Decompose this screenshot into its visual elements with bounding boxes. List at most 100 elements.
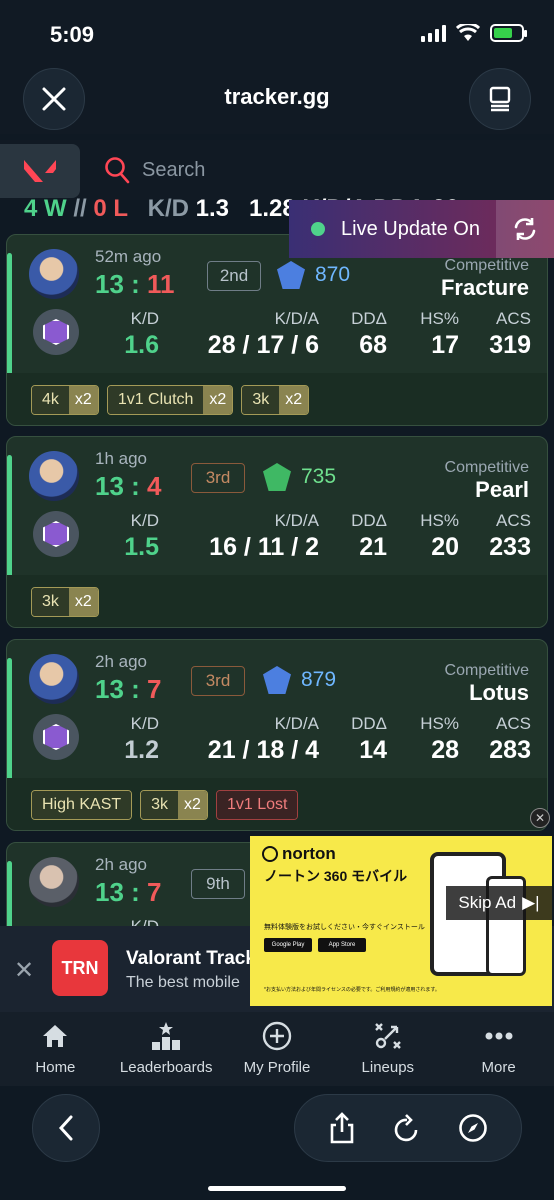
leaderboard-icon — [152, 1022, 181, 1050]
stat-kd: K/D 1.2 — [124, 714, 159, 764]
share-icon[interactable] — [328, 1112, 356, 1144]
bottom-nav: Home Leaderboards My Profile Lineups Mor… — [0, 1012, 554, 1086]
valorant-logo-icon — [24, 160, 56, 182]
achievement-chip: 1v1 Clutch x2 — [106, 385, 234, 415]
nav-home[interactable]: Home — [0, 1012, 111, 1086]
chevron-left-icon — [58, 1115, 73, 1141]
match-time-ago: 52m ago — [95, 247, 162, 266]
stat-hs: HS% 17 — [420, 309, 459, 359]
site-nav: Search — [0, 140, 554, 200]
placement-badge: 3rd — [191, 463, 245, 493]
compass-icon[interactable] — [458, 1113, 488, 1143]
norton-logo: norton — [262, 844, 336, 864]
placement-badge: 9th — [191, 869, 245, 899]
stat-kda: K/D/A 16 / 11 / 2 — [209, 511, 319, 561]
stat-hs: HS% 20 — [420, 511, 459, 561]
norton-product: ノートン 360 モバイル — [264, 868, 408, 884]
agent-avatar — [29, 857, 79, 907]
valorant-logo-button[interactable] — [0, 144, 80, 198]
nav-leaderboards[interactable]: Leaderboards — [111, 1012, 222, 1086]
stat-kd: K/D 1.6 — [124, 309, 159, 359]
skip-ad-button[interactable]: Skip Ad ▶| — [446, 886, 552, 920]
match-card[interactable]: 1h ago 13 : 4 3rd 735 Competitive Pearl … — [6, 436, 548, 628]
match-time-ago: 2h ago — [95, 855, 147, 874]
trn-logo: TRN — [52, 940, 108, 996]
match-time-ago: 2h ago — [95, 652, 147, 671]
rank-rating: 870 — [277, 261, 350, 289]
refresh-icon — [514, 218, 536, 240]
achievement-chips: High KAST 3k x2 1v1 Lost — [7, 778, 547, 830]
achievement-chip: 4k x2 — [31, 385, 99, 415]
live-indicator-dot — [311, 222, 325, 236]
match-card[interactable]: 52m ago 13 : 11 2nd 870 Competitive Frac… — [6, 234, 548, 426]
status-icons — [421, 24, 527, 42]
ad-subtitle: The best mobile — [126, 974, 240, 991]
rank-shield-icon — [277, 261, 305, 289]
search-bar[interactable]: Search — [104, 156, 205, 184]
reader-menu-button[interactable] — [469, 68, 531, 130]
summary-separator: // — [66, 195, 94, 222]
stat-kda: K/D/A 28 / 17 / 6 — [207, 309, 319, 359]
skip-icon: ▶| — [522, 893, 540, 912]
stat-ddelta: DDΔ 14 — [351, 714, 387, 764]
rr-value: 735 — [301, 465, 337, 488]
nav-more[interactable]: More — [443, 1012, 554, 1086]
add-circle-icon — [262, 1021, 292, 1051]
rank-shield-icon — [263, 463, 291, 491]
back-button[interactable] — [32, 1094, 100, 1162]
match-time-ago: 1h ago — [95, 449, 147, 468]
map-name: Pearl — [475, 477, 529, 502]
refresh-button[interactable] — [496, 200, 554, 258]
browser-toolbar — [0, 1086, 554, 1200]
map-name: Lotus — [469, 680, 529, 705]
home-indicator — [208, 1186, 346, 1191]
search-placeholder: Search — [142, 158, 206, 181]
match-card[interactable]: 2h ago 13 : 7 3rd 879 Competitive Lotus … — [6, 639, 548, 831]
nav-lineups[interactable]: Lineups — [332, 1012, 443, 1086]
stat-ddelta: DDΔ 68 — [351, 309, 387, 359]
norton-video-ad[interactable]: norton ノートン 360 モバイル 無料体験版をお試しください・今すぐイン… — [250, 836, 552, 1006]
ad-close-icon[interactable]: ✕ — [530, 808, 550, 828]
achievement-chip: 3k x2 — [241, 385, 310, 415]
google-play-badge[interactable]: Google Play — [264, 938, 312, 952]
match-score: 13 : 4 — [95, 471, 162, 501]
rank-rating: 879 — [263, 666, 336, 694]
rank-icon — [33, 309, 79, 355]
achievement-chips: 3k x2 — [7, 575, 547, 627]
nav-my-profile[interactable]: My Profile — [222, 1012, 333, 1086]
ad-title: Valorant Track — [126, 948, 256, 969]
game-mode: Competitive — [444, 662, 529, 679]
stat-acs: ACS 319 — [489, 309, 531, 359]
home-icon — [43, 1025, 68, 1047]
achievement-chip: High KAST — [31, 790, 133, 820]
live-update-label: Live Update On — [341, 217, 480, 240]
reload-icon[interactable] — [393, 1113, 421, 1143]
achievement-chip: 3k x2 — [31, 587, 99, 617]
score-colon: : — [123, 269, 148, 299]
match-score: 13 : 11 — [95, 269, 175, 300]
close-ad-button[interactable]: ✕ — [14, 956, 34, 985]
status-time: 5:09 — [50, 22, 95, 47]
app-store-badge[interactable]: App Store — [318, 938, 366, 952]
match-score: 13 : 7 — [95, 877, 162, 907]
agent-avatar — [29, 654, 79, 704]
rr-value: 870 — [315, 263, 351, 286]
summary-kd-value: 1.3 — [195, 195, 229, 222]
game-mode: Competitive — [444, 459, 529, 476]
score-win: 13 — [95, 269, 124, 299]
rank-icon — [33, 511, 79, 557]
achievement-chips: 4k x2 1v1 Clutch x2 3k x2 — [7, 373, 547, 425]
rank-shield-icon — [263, 666, 291, 694]
norton-fine-print: *お支払い方法および年間ライセンスの必要です。ご利用規約が適用されます。 — [264, 987, 440, 993]
summary-kd-label: K/D — [147, 195, 189, 222]
more-icon — [485, 1032, 513, 1040]
summary-wins: 4 W — [24, 195, 67, 222]
browser-actions — [294, 1094, 522, 1162]
live-update-toggle[interactable]: Live Update On — [289, 200, 554, 258]
achievement-chip: 3k x2 — [140, 790, 208, 820]
check-icon — [262, 846, 278, 862]
status-bar: 5:09 — [0, 0, 554, 64]
stat-hs: HS% 28 — [420, 714, 459, 764]
stat-ddelta: DDΔ 21 — [351, 511, 387, 561]
agent-avatar — [29, 249, 79, 299]
